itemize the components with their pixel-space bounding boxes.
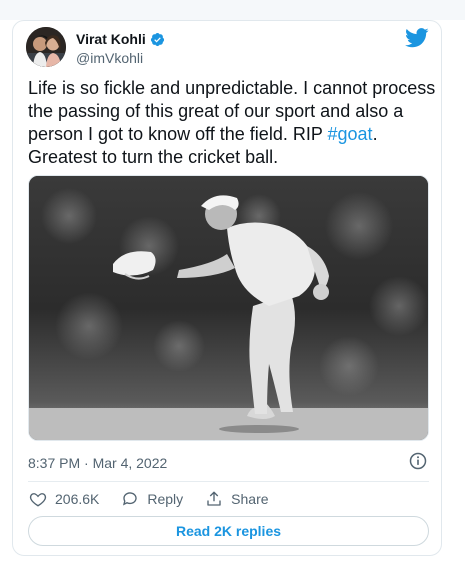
- handle[interactable]: @imVkohli: [76, 50, 165, 66]
- share-button[interactable]: Share: [205, 490, 269, 508]
- read-replies-button[interactable]: Read 2K replies: [28, 516, 429, 546]
- share-label: Share: [231, 491, 269, 507]
- tweet-card: Virat Kohli @imVkohli Life is so fickle …: [12, 20, 442, 556]
- heart-icon: [29, 493, 47, 507]
- reply-icon: [123, 492, 138, 506]
- reply-label: Reply: [147, 491, 184, 507]
- divider: [28, 481, 429, 482]
- like-count: 206.6K: [55, 491, 100, 507]
- tweet-actions: 206.6K Reply Share: [29, 489, 291, 509]
- tweet-text: Life is so fickle and unpredictable. I c…: [28, 77, 438, 169]
- twitter-bird-icon[interactable]: [405, 28, 429, 48]
- display-name[interactable]: Virat Kohli: [76, 31, 146, 47]
- share-icon: [207, 491, 221, 506]
- hashtag-link[interactable]: #goat: [328, 124, 373, 144]
- page-background-strip: [0, 0, 465, 20]
- avatar[interactable]: [26, 27, 66, 67]
- tweet-header: Virat Kohli @imVkohli: [26, 26, 431, 70]
- info-icon[interactable]: [409, 452, 427, 470]
- tweet-timestamp[interactable]: 8:37 PM · Mar 4, 2022: [28, 455, 167, 471]
- verified-badge-icon: [150, 32, 165, 47]
- tweet-photo[interactable]: [28, 175, 429, 441]
- like-button[interactable]: 206.6K: [29, 490, 99, 508]
- user-names: Virat Kohli @imVkohli: [76, 29, 165, 66]
- reply-button[interactable]: Reply: [121, 490, 183, 508]
